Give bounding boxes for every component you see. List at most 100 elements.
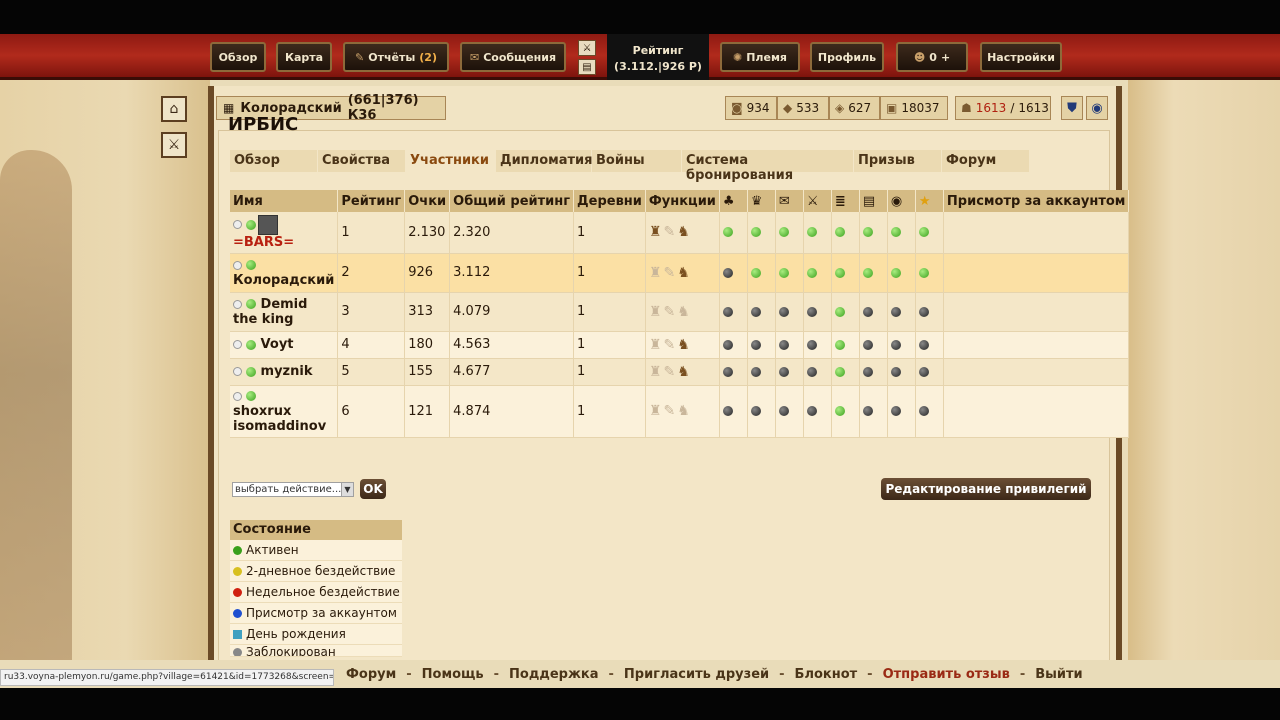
tab-diplomacy[interactable]: Дипломатия	[496, 150, 593, 172]
top-nav-bar: Обзор Карта ✎ Отчёты (2) ✉ Сообщения ⚔ ▤ Ре…	[0, 34, 1280, 80]
table-row: =BARS= 1 2.130 2.320 1 ♜✎♞	[230, 212, 1130, 254]
right-dot	[750, 267, 761, 278]
select-radio[interactable]	[233, 299, 242, 309]
col-global-rank[interactable]: Общий рейтинг	[449, 190, 575, 212]
footer-links: Форум - Помощь - Поддержка - Пригласить дру…	[346, 667, 1083, 682]
action-select[interactable]: выбрать действие... ▼	[232, 482, 354, 497]
right-dot	[890, 406, 901, 416]
ok-button[interactable]: OK	[360, 479, 386, 499]
village-coords: (661|376) К36	[347, 93, 419, 123]
member-points: 155	[404, 358, 451, 386]
member-name[interactable]: Voyt	[261, 337, 294, 352]
member-name-cell: myznik	[230, 358, 339, 386]
right-dot	[834, 366, 845, 377]
castle-icon: ♜	[648, 224, 664, 241]
member-name[interactable]: Demid the king	[233, 297, 307, 327]
storage-icon: ▣	[886, 101, 898, 115]
tab-properties[interactable]: Свойства	[318, 150, 406, 172]
right-dot	[750, 406, 761, 416]
member-functions: ♜✎♞	[645, 253, 720, 293]
right-dot	[722, 366, 733, 377]
col-villages[interactable]: Деревни	[573, 190, 646, 212]
sword-icon[interactable]: ⚔	[161, 132, 187, 158]
footer-separator: -	[779, 667, 785, 682]
nav-reports-button[interactable]: ✎ Отчёты (2)	[343, 42, 449, 72]
right-dot	[778, 267, 789, 278]
nav-settings-label: Настройки	[987, 50, 1055, 64]
nav-tribe-label: Племя	[746, 50, 787, 64]
member-points: 2.130	[404, 212, 451, 254]
nav-overview-button[interactable]: Обзор	[210, 42, 266, 72]
footer-link-logout[interactable]: Выйти	[1035, 667, 1082, 682]
member-global-rank: 4.079	[449, 292, 575, 332]
footer-link-help[interactable]: Помощь	[422, 667, 484, 682]
nav-map-button[interactable]: Карта	[276, 42, 332, 72]
right-dot	[890, 227, 901, 238]
member-points: 180	[404, 331, 451, 359]
legend-label: Недельное бездействие	[246, 585, 400, 599]
right-dot	[890, 339, 901, 350]
right-dot	[834, 267, 845, 278]
footer-separator: -	[867, 667, 873, 682]
col-rank[interactable]: Рейтинг	[337, 190, 406, 212]
footer-link-forum[interactable]: Форум	[346, 667, 396, 682]
table-row: Demid the king 3 313 4.079 1 ♜✎♞	[230, 292, 1130, 332]
iron-icon: ◈	[835, 101, 845, 115]
member-name[interactable]: Колорадский	[233, 273, 334, 288]
member-name[interactable]: shoxrux isomaddinov	[233, 404, 326, 434]
select-radio[interactable]	[233, 220, 242, 230]
shield-icon[interactable]: ⛊	[1061, 96, 1083, 120]
clay-resource: ◆ 533	[777, 96, 829, 120]
col-name[interactable]: Имя	[230, 190, 339, 212]
right-dot	[806, 406, 817, 416]
legend-label: Присмотр за аккаунтом	[246, 606, 397, 620]
select-radio[interactable]	[233, 391, 242, 401]
footer-link-feedback[interactable]: Отправить отзыв	[883, 667, 1010, 682]
member-sitting	[943, 358, 1130, 386]
footer-link-invite[interactable]: Пригласить друзей	[624, 667, 769, 682]
rank-title: Рейтинг	[632, 44, 684, 57]
select-radio[interactable]	[233, 367, 242, 376]
right-dot	[918, 339, 929, 350]
tab-reservation[interactable]: Система бронирования	[682, 150, 854, 183]
table-row: Колорадский 2 926 3.112 1 ♜✎♞	[230, 253, 1130, 293]
nav-messages-button[interactable]: ✉ Сообщения	[460, 42, 566, 72]
select-radio[interactable]	[233, 260, 242, 270]
nav-tribe-button[interactable]: ✺ Племя	[720, 42, 800, 72]
night-mode-icon[interactable]: ◉	[1086, 96, 1108, 120]
right-dot	[722, 267, 733, 278]
member-functions: ♜✎♞	[645, 212, 720, 254]
tab-wars[interactable]: Войны	[592, 150, 682, 172]
home-icon[interactable]: ⌂	[161, 96, 187, 122]
nav-premium-button[interactable]: ☻ 0 +	[896, 42, 968, 72]
member-points: 121	[404, 385, 451, 438]
footer-link-support[interactable]: Поддержка	[509, 667, 598, 682]
nav-overview-label: Обзор	[218, 50, 258, 64]
tab-overview[interactable]: Обзор	[230, 150, 318, 172]
notes-icon[interactable]: ▤	[578, 59, 596, 75]
member-global-rank: 3.112	[449, 253, 575, 293]
rank-display[interactable]: Рейтинг (3.112.|926 Р)	[607, 34, 709, 80]
footer-link-notebook[interactable]: Блокнот	[795, 667, 858, 682]
tab-forum[interactable]: Форум	[942, 150, 1030, 172]
status-dot	[246, 299, 256, 309]
nav-settings-button[interactable]: Настройки	[980, 42, 1062, 72]
nav-profile-button[interactable]: Профиль	[810, 42, 884, 72]
col-points[interactable]: Очки	[404, 190, 451, 212]
right-dot	[806, 306, 817, 317]
beast-icon: ♞	[677, 224, 692, 241]
tab-recruit[interactable]: Призыв	[854, 150, 942, 172]
bottom-black-band	[0, 688, 1280, 720]
farm-icon: ☗	[961, 101, 972, 115]
tab-members[interactable]: Участники	[406, 150, 496, 172]
edit-privileges-button[interactable]: Редактирование привилегий	[881, 478, 1091, 500]
member-name[interactable]: =BARS=	[233, 235, 294, 250]
right-dot	[862, 366, 873, 377]
member-global-rank: 4.677	[449, 358, 575, 386]
attack-icon[interactable]: ⚔	[578, 40, 596, 56]
blocked-icon	[233, 648, 242, 656]
member-villages: 1	[573, 358, 646, 386]
member-functions: ♜✎♞	[645, 331, 720, 359]
select-radio[interactable]	[233, 340, 242, 349]
member-name[interactable]: myznik	[261, 364, 313, 379]
